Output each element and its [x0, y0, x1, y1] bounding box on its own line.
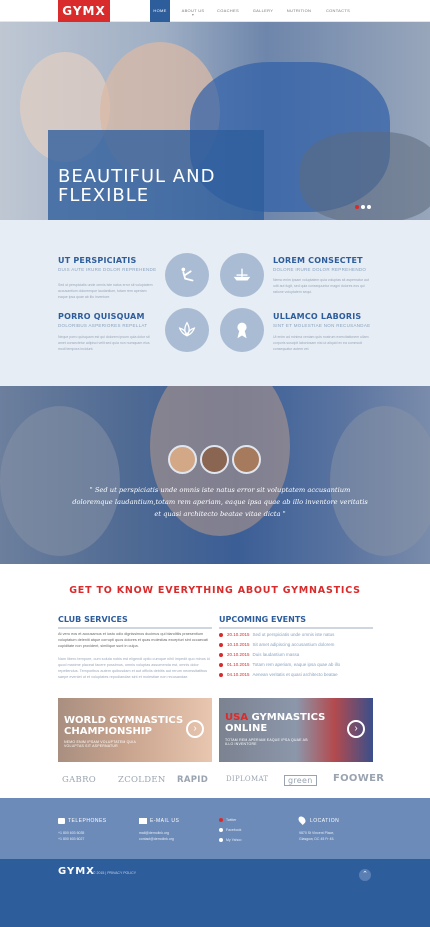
event-date: 01.10.2015: [227, 662, 250, 667]
location-title: LOCATION: [310, 818, 340, 824]
telephone-2[interactable]: +1 800 603 6027: [58, 836, 84, 842]
social-facebook[interactable]: Facebook: [226, 827, 241, 833]
chevron-up-icon[interactable]: ⌃: [359, 869, 371, 881]
partner-logo-rapid[interactable]: RAPID: [177, 775, 208, 785]
banner-subtitle: TOTAM REM APERIAM EAQUE IPSA QUAE AB ILL…: [225, 738, 308, 746]
partner-logo-green[interactable]: green: [284, 775, 317, 786]
feature-4-subtitle: SINT ET MOLESTIAE NON RECUSANDAE: [273, 323, 371, 328]
arrow-right-icon[interactable]: ›: [186, 720, 204, 738]
usa-online-banner[interactable]: USA GYMNASTICS ONLINE TOTAM REM APERIAM …: [219, 698, 373, 762]
phone-icon: [58, 818, 65, 824]
partner-logo-foower[interactable]: FOOWER: [333, 773, 384, 784]
nav-coaches[interactable]: COACHES: [215, 0, 241, 22]
footer-contacts: [0, 798, 430, 859]
hero-photo-leggings: [300, 132, 430, 220]
event-item[interactable]: 20.10.2015 Duis laudantium massa: [219, 650, 299, 660]
bullet-icon: [219, 652, 223, 657]
feature-3-text: Neque porro quisquam est qui dolorem ips…: [58, 335, 150, 351]
bullet-icon: [219, 662, 223, 667]
twitter-icon[interactable]: [219, 818, 223, 822]
event-text: Sed ut perspiciatis unde omnis iste natu…: [252, 632, 335, 637]
yahoo-icon[interactable]: [219, 838, 223, 842]
upcoming-events-title: UPCOMING EVENTS: [219, 615, 307, 624]
bullet-icon: [219, 672, 223, 677]
mail-icon: [139, 818, 147, 824]
hero-title: BEAUTIFUL AND FLEXIBLE: [58, 166, 216, 206]
medal-icon: [220, 308, 264, 352]
email-title: E-MAIL US: [150, 818, 180, 824]
nav-about-us[interactable]: ABOUT US ▾: [178, 0, 208, 22]
event-text: Duis laudantium massa: [252, 652, 300, 657]
lotus-icon: [165, 308, 209, 352]
avatar-2[interactable]: [200, 445, 229, 474]
club-services-lead: At vero eos et accusamus et iusto odio d…: [58, 632, 208, 648]
divider: [219, 627, 373, 629]
event-item[interactable]: 10.10.2015 Sit amet adipiscing accusantiu…: [219, 640, 334, 650]
testimonial-photo-right: [330, 406, 430, 556]
feature-2-text: Nemo enim ipsam voluptatem quia voluptas…: [273, 278, 369, 294]
testimonial-section: [0, 386, 430, 564]
feature-2-subtitle: DOLORE IRURE DOLOR REPREHENDO: [273, 267, 367, 272]
event-item[interactable]: 01.10.2015 Totam rem aperiam, eaque ipsa …: [219, 660, 340, 670]
event-text: Aenean veritatis et quasi architecto bea…: [252, 672, 338, 677]
telephones-title: TELEPHONES: [68, 818, 107, 824]
slider-dot-1[interactable]: [355, 205, 359, 209]
banner-title: WORLD GYMNASTICS CHAMPIONSHIP: [64, 715, 184, 737]
site-logo[interactable]: GYMX: [58, 0, 110, 22]
feature-1-title: UT PERSPICIATIS: [58, 256, 137, 265]
copyright[interactable]: © 2015 | PRIVACY POLICY: [93, 871, 136, 875]
boat-icon: [220, 253, 264, 297]
event-text: Totam rem aperiam, eaque ipsa quae ab il…: [252, 662, 341, 667]
avatar-3[interactable]: [232, 445, 261, 474]
features-section: [0, 220, 430, 386]
banner-title-accent: USA: [225, 712, 249, 723]
event-text: Sit amet adipiscing accusantium dolorem: [252, 642, 335, 647]
slider-dot-3[interactable]: [367, 205, 371, 209]
partner-logo-diplomat[interactable]: DIPLOMAT: [226, 775, 268, 783]
nav-gallery[interactable]: GALLERY: [250, 0, 276, 22]
feature-4-text: Ut enim ad minima veniam quis nostrum ex…: [273, 335, 369, 351]
nav-nutrition[interactable]: NUTRITION: [284, 0, 314, 22]
social-yahoo[interactable]: My Yahoo: [226, 837, 241, 843]
nav-contacts[interactable]: CONTACTS: [323, 0, 353, 22]
feature-2-title: LOREM CONSECTET: [273, 256, 363, 265]
address-line-2: Glasgow, DC 45 Fr 45.: [299, 837, 335, 841]
testimonial-photo-left: [0, 406, 120, 556]
event-item[interactable]: 20.10.2015 Sed ut perspiciatis unde omnis…: [219, 630, 334, 640]
club-services-title: CLUB SERVICES: [58, 615, 128, 624]
nav-home[interactable]: HOME: [150, 0, 170, 22]
section-title: GET TO KNOW EVERYTHING ABOUT GYMNASTICS: [69, 585, 361, 596]
event-date: 20.10.2015: [227, 652, 250, 657]
feature-4-title: ULLAMCO LABORIS: [273, 312, 362, 321]
event-date: 20.10.2015: [227, 632, 250, 637]
championship-banner[interactable]: WORLD GYMNASTICS CHAMPIONSHIP NEMO ENIM …: [58, 698, 212, 762]
social-twitter[interactable]: Twitter: [226, 817, 236, 823]
facebook-icon[interactable]: [219, 828, 223, 832]
partner-logo-zcolden[interactable]: ZCOLDEN: [118, 775, 166, 785]
bullet-icon: [219, 632, 223, 637]
stretch-icon: [165, 253, 209, 297]
club-services-text: Nam libero tempore, cum soluta nobis est…: [58, 657, 210, 679]
divider: [58, 627, 212, 629]
bullet-icon: [219, 642, 223, 647]
slider-dot-2[interactable]: [361, 205, 365, 209]
event-item[interactable]: 04.10.2015 Aenean veritatis et quasi arch…: [219, 670, 338, 680]
feature-3-subtitle: DOLORIBUS ASPERIORES REPELLAT: [58, 323, 148, 328]
event-date: 10.10.2015: [227, 642, 250, 647]
footer-logo[interactable]: GYMX: [58, 866, 95, 877]
email-2[interactable]: contact@demolink.org: [139, 836, 174, 842]
banner-subtitle: NEMO ENIM IPSAM VOLUPTATEM QUIA VOLUPTAS…: [64, 740, 136, 748]
testimonial-quote: " Sed ut perspiciatis unde omnis iste na…: [72, 486, 368, 518]
feature-1-subtitle: DUIS AUTE IRURE DOLOR REPREHENDE: [58, 267, 157, 272]
feature-1-text: Sed ut perspiciatis unde omnis iste natu…: [58, 283, 153, 299]
arrow-right-icon[interactable]: ›: [347, 720, 365, 738]
avatar-1[interactable]: [168, 445, 197, 474]
event-date: 04.10.2015: [227, 672, 250, 677]
chevron-down-icon: ▾: [191, 12, 195, 17]
banner-title: USA GYMNASTICS ONLINE: [225, 712, 325, 734]
feature-3-title: PORRO QUISQUAM: [58, 312, 145, 321]
partner-logo-gabro[interactable]: GABRO: [62, 775, 96, 785]
